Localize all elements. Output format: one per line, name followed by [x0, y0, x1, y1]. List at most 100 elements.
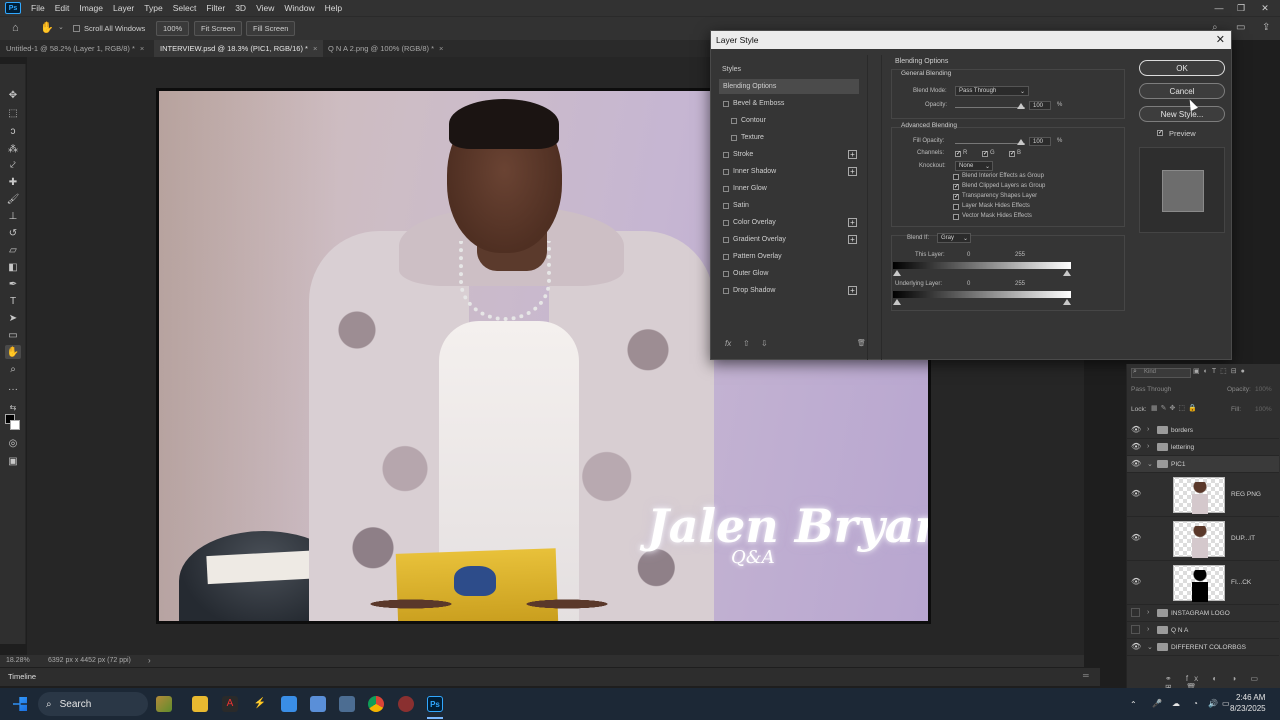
- underlying-layer-gradient[interactable]: [893, 291, 1071, 298]
- layer-opacity-value[interactable]: 100%: [1255, 386, 1272, 393]
- cancel-button[interactable]: Cancel: [1139, 83, 1225, 99]
- move-icon[interactable]: ✥: [5, 88, 21, 102]
- eraser-icon[interactable]: ▱: [5, 243, 21, 257]
- fill-opacity-input[interactable]: 100: [1029, 137, 1051, 146]
- zoom-100-button[interactable]: 100%: [156, 21, 190, 36]
- share-icon[interactable]: ⇪: [1262, 22, 1270, 33]
- photoshop-logo-icon[interactable]: Ps: [5, 2, 21, 14]
- layer-row[interactable]: 👁 ⌄ DIFFERENT COLORBGS: [1127, 639, 1279, 656]
- chevron-icon[interactable]: ›: [1147, 426, 1149, 433]
- app-icon[interactable]: ⚡: [252, 696, 268, 712]
- shape-icon[interactable]: ▭: [5, 328, 21, 342]
- style-checkbox[interactable]: [731, 134, 737, 141]
- battery-icon[interactable]: ▭: [1222, 699, 1230, 708]
- marquee-icon[interactable]: ⬚: [5, 106, 21, 120]
- app-icon[interactable]: A: [222, 696, 238, 712]
- fill-opacity-slider-thumb[interactable]: [1017, 139, 1025, 145]
- type-icon[interactable]: T: [5, 294, 21, 308]
- add-effect-icon[interactable]: +: [848, 235, 857, 244]
- knockout-select[interactable]: None ⌄: [955, 161, 993, 171]
- fill-value[interactable]: 100%: [1255, 406, 1272, 413]
- close-window-button[interactable]: ✕: [1254, 0, 1276, 16]
- add-effect-icon[interactable]: +: [848, 218, 857, 227]
- opacity-slider-thumb[interactable]: [1017, 103, 1025, 109]
- style-checkbox[interactable]: [723, 151, 729, 158]
- layer-row[interactable]: › Q N A: [1127, 622, 1279, 639]
- photoshop-taskbar-icon[interactable]: Ps: [427, 696, 443, 712]
- scroll-all-checkbox[interactable]: [73, 25, 80, 32]
- chevron-down-icon[interactable]: ⌄: [58, 23, 64, 31]
- style-checkbox[interactable]: [723, 270, 729, 277]
- layer-row[interactable]: 👁 ⌄ PIC1: [1127, 456, 1279, 473]
- style-item-outer-glow[interactable]: Outer Glow: [719, 266, 859, 281]
- menu-3d[interactable]: 3D: [235, 3, 246, 13]
- layers-footer-icons[interactable]: ⚭ fx ◐ ◑ ▭ ⊞ 🗑: [1127, 674, 1279, 692]
- lasso-icon[interactable]: ↄ: [5, 124, 21, 138]
- chrome-icon[interactable]: [368, 696, 384, 712]
- layer-row[interactable]: 👁 FI...CK: [1127, 561, 1279, 605]
- stamp-icon[interactable]: ⊥: [5, 209, 21, 223]
- filter-icons[interactable]: ▣◐T⬚⊟●: [1193, 367, 1249, 375]
- chevron-icon[interactable]: ⌄: [1147, 643, 1153, 651]
- channel-g-checkbox[interactable]: ✓: [982, 151, 988, 157]
- hand-icon[interactable]: ✋: [5, 345, 21, 359]
- widget-icon[interactable]: [156, 696, 172, 712]
- minimize-button[interactable]: —: [1208, 0, 1230, 16]
- advanced-option-checkbox[interactable]: [953, 174, 959, 180]
- screen-mode-icon[interactable]: ▣: [5, 454, 21, 468]
- app-icon[interactable]: [310, 696, 326, 712]
- file-explorer-icon[interactable]: [192, 696, 208, 712]
- style-checkbox[interactable]: [723, 185, 729, 192]
- add-effect-icon[interactable]: +: [848, 150, 857, 159]
- this-layer-black-thumb[interactable]: [893, 270, 901, 276]
- fit-screen-button[interactable]: Fit Screen: [194, 21, 243, 36]
- menu-help[interactable]: Help: [325, 3, 342, 13]
- zoom-readout[interactable]: 18.28%: [6, 657, 30, 664]
- eye-icon[interactable]: 👁: [1131, 459, 1141, 468]
- gradient-icon[interactable]: ◧: [5, 260, 21, 274]
- add-effect-icon[interactable]: +: [848, 167, 857, 176]
- layer-filter-input[interactable]: Kind: [1131, 368, 1191, 378]
- zoom-icon[interactable]: ⌕: [5, 362, 21, 376]
- style-checkbox[interactable]: [723, 100, 729, 107]
- menu-filter[interactable]: Filter: [206, 3, 225, 13]
- trash-icon[interactable]: 🗑: [857, 339, 866, 347]
- fill-opacity-slider[interactable]: [955, 143, 1025, 144]
- move-up-icon[interactable]: ⇧: [743, 339, 750, 348]
- menu-layer[interactable]: Layer: [113, 3, 134, 13]
- chevron-icon[interactable]: ›: [1147, 443, 1149, 450]
- style-item-color-overlay[interactable]: Color Overlay +: [719, 215, 859, 230]
- this-layer-white-thumb[interactable]: [1063, 270, 1071, 276]
- lock-icons[interactable]: ▦✎✥⬚🔒: [1151, 404, 1200, 412]
- style-checkbox[interactable]: [723, 236, 729, 243]
- app-icon[interactable]: [398, 696, 414, 712]
- chevron-icon[interactable]: ›: [1147, 609, 1149, 616]
- layer-row[interactable]: 👁 › borders: [1127, 422, 1279, 439]
- history-brush-icon[interactable]: ↺: [5, 226, 21, 240]
- swap-colors-icon[interactable]: ⇆: [5, 400, 21, 414]
- advanced-option-checkbox[interactable]: ✓: [953, 184, 959, 190]
- style-item-pattern-overlay[interactable]: Pattern Overlay: [719, 249, 859, 264]
- tab-interview-psd[interactable]: INTERVIEW.psd @ 18.3% (PIC1, RGB/16) * ×: [154, 40, 324, 57]
- eye-icon[interactable]: 👁: [1131, 533, 1141, 542]
- background-color[interactable]: [10, 420, 20, 430]
- restore-button[interactable]: ❐: [1230, 0, 1252, 16]
- advanced-option-checkbox[interactable]: [953, 214, 959, 220]
- dialog-titlebar[interactable]: Layer Style ✕: [711, 31, 1231, 49]
- underlying-layer-white-thumb[interactable]: [1063, 299, 1071, 305]
- close-icon[interactable]: ✕: [1216, 33, 1225, 46]
- eye-icon[interactable]: 👁: [1131, 425, 1141, 434]
- menu-edit[interactable]: Edit: [55, 3, 70, 13]
- quick-mask-icon[interactable]: ◎: [5, 436, 21, 450]
- blend-if-select[interactable]: Gray ⌄: [937, 233, 971, 243]
- this-layer-gradient[interactable]: [893, 262, 1071, 269]
- styles-header[interactable]: Styles: [722, 62, 862, 77]
- eye-hidden-icon[interactable]: [1131, 607, 1140, 617]
- style-item-stroke[interactable]: Stroke +: [719, 147, 859, 162]
- microphone-icon[interactable]: 🎤: [1152, 699, 1162, 708]
- style-item-contour[interactable]: Contour: [719, 113, 859, 128]
- blend-mode-select[interactable]: Pass Through ⌄: [955, 86, 1029, 96]
- menu-type[interactable]: Type: [144, 3, 162, 13]
- advanced-option-checkbox[interactable]: [953, 204, 959, 210]
- healing-icon[interactable]: ✚: [5, 175, 21, 189]
